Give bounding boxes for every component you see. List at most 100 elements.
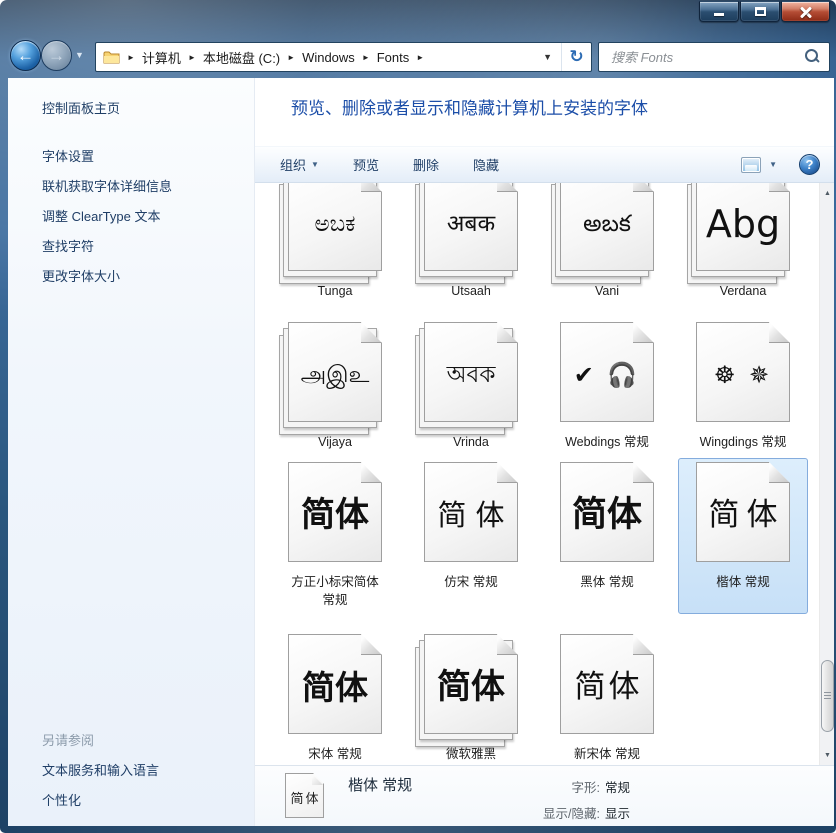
font-file-icon: Abg xyxy=(687,183,790,284)
font-preview-glyph: ಅಬಕ xyxy=(314,210,356,237)
selected-font-name: 楷体 常规 xyxy=(348,777,413,794)
sidebar-see-also: 另请参阅 文本服务和输入语言 个性化 xyxy=(42,726,159,816)
see-also-link[interactable]: 个性化 xyxy=(42,786,159,816)
sidebar-task-link[interactable]: 查找字符 xyxy=(42,232,172,262)
selected-font-file-icon: 简体 xyxy=(285,773,324,818)
font-grid: ಅಬಕ Tunga अबक Utsaah అబక Vani Abg Verdana அஇஉ Vij… xyxy=(255,183,819,765)
vertical-scrollbar[interactable]: ▲ ▼ xyxy=(819,183,834,765)
scroll-down-icon[interactable]: ▼ xyxy=(820,747,835,763)
font-file-icon: 简体 xyxy=(288,462,382,562)
page-fold-icon xyxy=(497,462,518,483)
scrollbar-thumb[interactable] xyxy=(821,660,834,732)
font-item[interactable]: অবক Vrinda xyxy=(406,318,536,456)
font-item[interactable]: ✔ 🎧 Webdings 常规 xyxy=(542,318,672,456)
command-toolbar: 组织 ▼ 预览 删除 隐藏 ▼ ? xyxy=(255,146,834,183)
page-icon: अबक xyxy=(424,183,518,271)
page-icon: అబక xyxy=(560,183,654,271)
breadcrumb-item[interactable]: Windows xyxy=(302,50,355,65)
font-file-icon: అబక xyxy=(551,183,654,284)
font-item[interactable]: 简体仿宋 常规 xyxy=(406,458,536,614)
font-item-label: 黑体 常规 xyxy=(580,575,634,589)
views-dropdown-icon[interactable]: ▼ xyxy=(769,160,777,169)
page-fold-icon xyxy=(769,183,790,192)
font-item-selected[interactable]: 简体 楷体 常规 xyxy=(678,458,808,614)
delete-button[interactable]: 删除 xyxy=(413,155,439,174)
font-grid-row: ಅಬಕ Tunga अबक Utsaah అబక Vani Abg Verdana xyxy=(255,183,811,305)
maximize-button[interactable] xyxy=(740,1,780,22)
see-also-link[interactable]: 文本服务和输入语言 xyxy=(42,756,159,786)
property-value: 常规 xyxy=(605,781,631,795)
font-item[interactable]: 简体 黑体 常规 xyxy=(542,458,672,614)
page-fold-icon xyxy=(361,634,382,655)
font-item[interactable]: ☸ ✵ Wingdings 常规 xyxy=(678,318,808,456)
sidebar-item-control-panel-home[interactable]: 控制面板主页 xyxy=(42,98,120,117)
views-thumbnail-icon[interactable] xyxy=(741,156,762,173)
font-item-label: Verdana xyxy=(719,284,767,298)
font-file-icon: ☸ ✵ xyxy=(696,322,790,422)
sidebar-task-link[interactable]: 字体设置 xyxy=(42,142,172,172)
font-file-icon: அஇஉ xyxy=(279,322,382,435)
font-item[interactable]: అబక Vani xyxy=(542,183,672,305)
back-button[interactable]: ← xyxy=(10,40,41,71)
font-item-label: Tunga xyxy=(317,284,353,298)
sidebar-task-link[interactable]: 联机获取字体详细信息 xyxy=(42,172,172,202)
font-item[interactable]: अबक Utsaah xyxy=(406,183,536,305)
forward-button[interactable]: → xyxy=(41,40,72,71)
sidebar-task-link[interactable]: 调整 ClearType 文本 xyxy=(42,202,172,232)
breadcrumb-item[interactable]: Fonts xyxy=(377,50,410,65)
font-file-icon: অবক xyxy=(415,322,518,435)
font-file-icon: 简体 xyxy=(560,634,654,734)
font-item[interactable]: Abg Verdana xyxy=(678,183,808,305)
font-preview-glyph: 简体 xyxy=(708,496,785,533)
address-bar[interactable]: ► 计算机 ► 本地磁盘 (C:) ► Windows ► Fonts ► ▼ ↻ xyxy=(95,42,592,72)
font-item[interactable]: 简体 新宋体 常规 xyxy=(542,630,672,765)
font-preview-glyph: 简体 xyxy=(574,668,643,705)
search-input[interactable] xyxy=(599,49,803,65)
page-fold-icon xyxy=(769,462,790,483)
breadcrumb-separator-icon: ► xyxy=(187,52,196,62)
minimize-button[interactable] xyxy=(699,1,739,22)
page-fold-icon xyxy=(769,322,790,343)
back-arrow-icon: ← xyxy=(17,45,34,65)
font-item[interactable]: 简体 宋体 常规 xyxy=(270,630,400,765)
font-preview-glyph: అబక xyxy=(583,210,631,237)
page-fold-icon xyxy=(633,322,654,343)
preview-button[interactable]: 预览 xyxy=(353,155,379,174)
chevron-down-icon: ▼ xyxy=(311,160,319,169)
font-item-label: 新宋体 常规 xyxy=(574,747,640,761)
refresh-button[interactable]: ↻ xyxy=(561,43,591,71)
main-pane: 预览、删除或者显示和隐藏计算机上安装的字体 组织 ▼ 预览 删除 隐藏 ▼ ? ಅ… xyxy=(255,78,834,826)
font-item[interactable]: அஇஉ Vijaya xyxy=(270,318,400,456)
recent-pages-dropdown[interactable]: ▼ xyxy=(75,50,84,60)
page-icon: ಅಬಕ xyxy=(288,183,382,271)
sidebar-task-link[interactable]: 更改字体大小 xyxy=(42,262,172,292)
page-fold-icon xyxy=(497,634,518,655)
page-fold-icon xyxy=(633,462,654,483)
font-item[interactable]: 简体 微软雅黑 xyxy=(406,630,536,765)
font-preview-glyph: 简体 xyxy=(437,667,505,707)
font-item-label: 仿宋 常规 xyxy=(444,575,498,589)
font-file-icon: ಅಬಕ xyxy=(279,183,382,284)
breadcrumb-item[interactable]: 本地磁盘 (C:) xyxy=(203,48,280,67)
breadcrumb-item[interactable]: 计算机 xyxy=(142,48,181,67)
font-item[interactable]: 简体方正小标宋简体 常规 xyxy=(270,458,400,614)
see-also-header: 另请参阅 xyxy=(42,733,95,748)
address-dropdown-icon[interactable]: ▼ xyxy=(534,52,561,62)
help-icon[interactable]: ? xyxy=(799,154,820,175)
font-grid-row: அஇஉ Vijaya অবক Vrinda ✔ 🎧 Webdings 常规 ☸ ✵ Wingd… xyxy=(255,318,811,456)
font-preview-glyph: ✔ 🎧 xyxy=(573,361,641,389)
font-item[interactable]: ಅಬಕ Tunga xyxy=(270,183,400,305)
selected-font-properties: 字形: 常规 显示/隐藏: 显示 xyxy=(455,777,630,822)
hide-button[interactable]: 隐藏 xyxy=(473,155,499,174)
page-icon: Abg xyxy=(696,183,790,271)
font-preview-glyph: அஇஉ xyxy=(300,361,370,388)
font-item-label: 方正小标宋简体 常规 xyxy=(291,575,379,607)
scroll-up-icon[interactable]: ▲ xyxy=(820,185,835,201)
folder-icon[interactable] xyxy=(103,50,120,64)
close-icon xyxy=(800,6,812,18)
close-button[interactable] xyxy=(781,1,830,22)
font-preview-glyph: 简体 xyxy=(437,497,514,532)
caption-buttons xyxy=(699,1,830,22)
organize-button[interactable]: 组织 ▼ xyxy=(280,155,319,174)
font-preview-glyph: Abg xyxy=(705,202,781,246)
